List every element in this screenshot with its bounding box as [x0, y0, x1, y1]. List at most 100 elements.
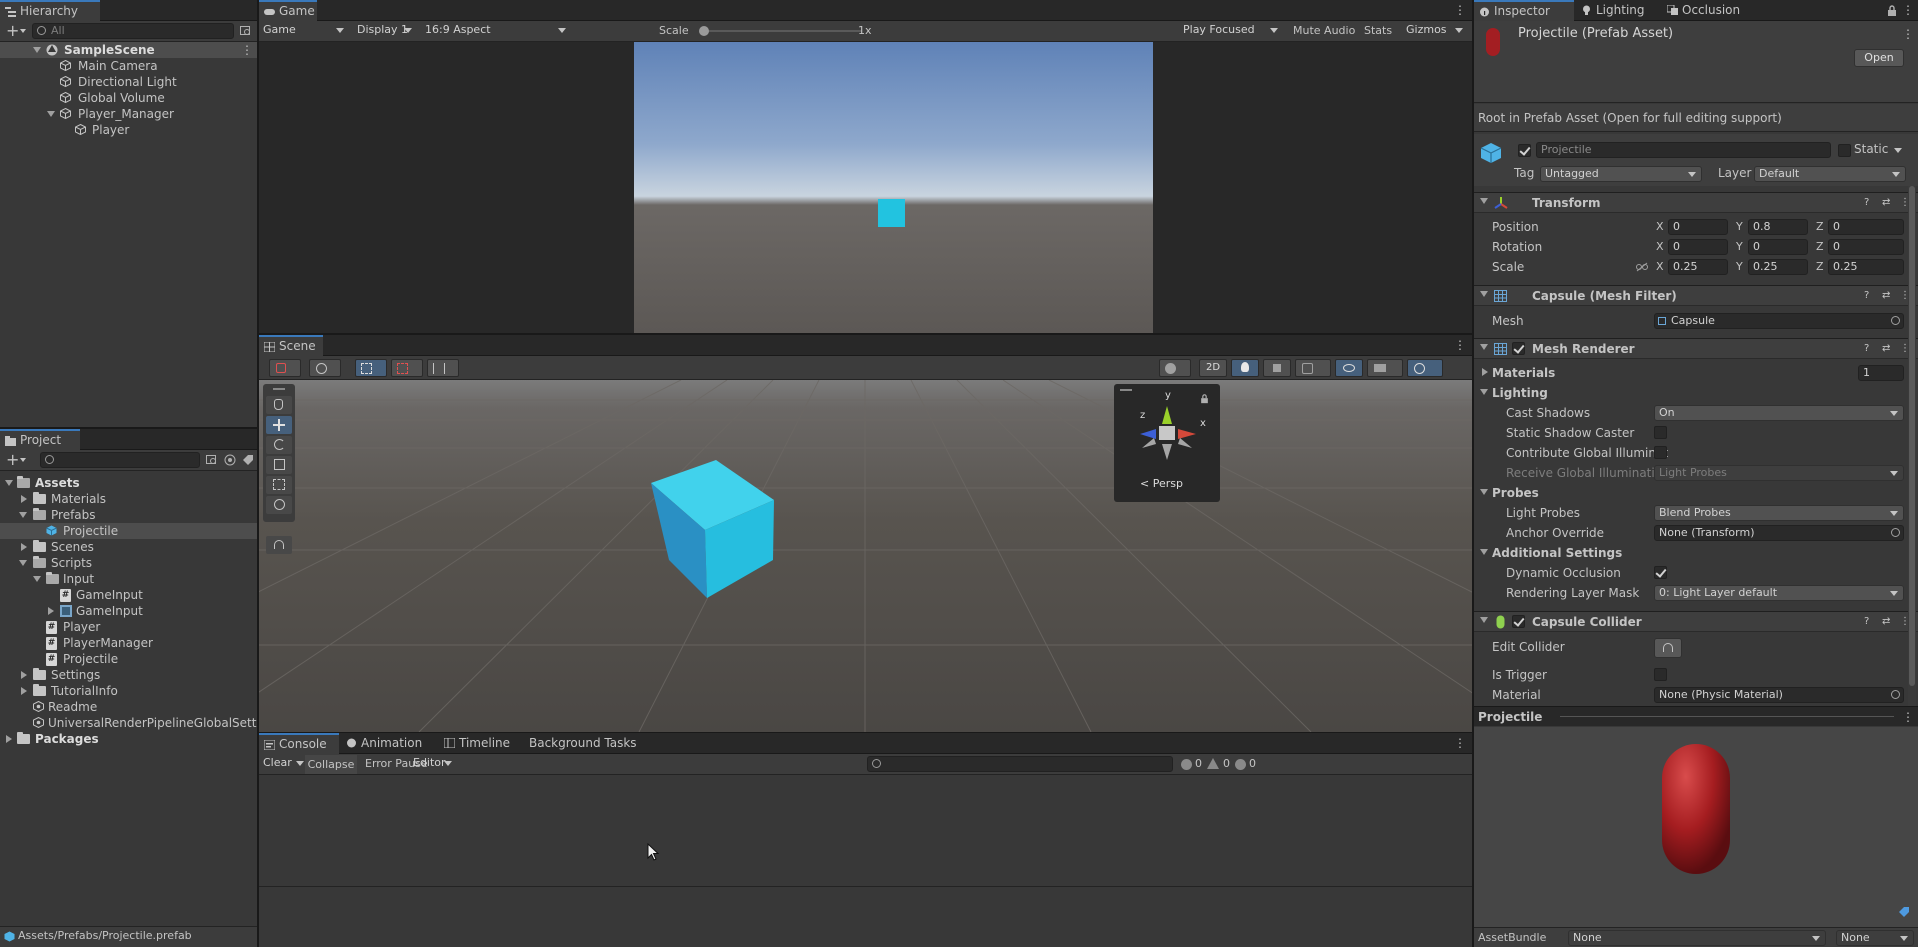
expand-arrow-icon[interactable] [1480, 617, 1488, 623]
inspector-scrollbar[interactable] [1908, 186, 1916, 706]
scene-search-icon[interactable] [240, 25, 252, 37]
collapsed-arrow-icon[interactable] [6, 735, 12, 743]
mute-audio-button[interactable]: Mute Audio [1293, 24, 1355, 37]
collapsed-arrow-icon[interactable] [1482, 368, 1488, 376]
hierarchy-item[interactable]: Player_Manager [0, 106, 257, 122]
rotation-z-field[interactable]: 0 [1828, 239, 1904, 255]
tree-item-packages[interactable]: Packages [0, 731, 257, 747]
tree-item-materials[interactable]: Materials [0, 491, 257, 507]
preset-icon[interactable]: ⇄ [1882, 343, 1890, 354]
preview-area[interactable] [1474, 727, 1918, 927]
gizmo-grip[interactable] [1120, 389, 1132, 391]
custom-tool-button[interactable] [266, 536, 292, 554]
contribute-gi-checkbox[interactable] [1654, 446, 1667, 459]
rect-tool-button[interactable] [266, 476, 292, 494]
tree-item-tutorialinfo[interactable]: TutorialInfo [0, 683, 257, 699]
tab-timeline[interactable]: Timeline [439, 733, 519, 754]
tab-scene[interactable]: Scene [259, 335, 323, 356]
hierarchy-search-input[interactable]: All [32, 23, 234, 39]
editor-target-dropdown[interactable]: Editor [409, 756, 457, 772]
expand-arrow-icon[interactable] [19, 512, 27, 518]
prefab-cube-icon[interactable] [1480, 142, 1502, 164]
tab-console[interactable]: Console [259, 733, 339, 754]
game-viewport[interactable] [634, 42, 1153, 333]
object-picker-icon[interactable] [1891, 690, 1900, 699]
scale-x-field[interactable]: 0.25 [1668, 259, 1728, 275]
tree-item-projectile-script[interactable]: # Projectile [0, 651, 257, 667]
rotation-x-field[interactable]: 0 [1668, 239, 1728, 255]
kebab-menu-icon[interactable]: ⋮ [1454, 338, 1466, 352]
anchor-override-field[interactable]: None (Transform) [1654, 525, 1904, 541]
expand-arrow-icon[interactable] [1480, 489, 1488, 495]
header-menu-icon[interactable]: ⋮ [1902, 27, 1914, 41]
assetbundle-variant-dropdown[interactable]: None [1836, 930, 1914, 946]
position-x-field[interactable]: 0 [1668, 219, 1728, 235]
position-z-field[interactable]: 0 [1828, 219, 1904, 235]
rotation-y-field[interactable]: 0 [1748, 239, 1808, 255]
tab-game[interactable]: Game [259, 0, 317, 21]
static-dropdown-arrow-icon[interactable] [1894, 148, 1902, 153]
assetbundle-dropdown[interactable]: None [1568, 930, 1826, 946]
expand-arrow-icon[interactable] [1480, 549, 1488, 555]
expand-arrow-icon[interactable] [1480, 344, 1488, 350]
tab-lighting[interactable]: Lighting [1576, 0, 1660, 21]
increment-snap-button[interactable] [391, 359, 423, 377]
asset-label-icon[interactable] [1898, 906, 1910, 918]
scene-menu-icon[interactable]: ⋮ [241, 43, 253, 57]
axis-gizmo-icon[interactable] [1134, 398, 1200, 462]
project-search-input[interactable] [40, 452, 200, 468]
tag-dropdown[interactable]: Untagged [1540, 166, 1702, 182]
move-tool-button[interactable] [266, 416, 292, 434]
scene-cube[interactable] [649, 460, 779, 600]
expand-arrow-icon[interactable] [33, 47, 41, 53]
kebab-menu-icon[interactable]: ⋮ [1454, 736, 1466, 750]
mesh-renderer-enabled-checkbox[interactable] [1512, 342, 1525, 355]
scale-z-field[interactable]: 0.25 [1828, 259, 1904, 275]
collapsed-arrow-icon[interactable] [21, 543, 27, 551]
edit-collider-button[interactable] [1654, 638, 1682, 658]
effects-button[interactable] [1295, 359, 1331, 377]
tree-item-playermanager[interactable]: # PlayerManager [0, 635, 257, 651]
mesh-object-field[interactable]: Capsule [1654, 313, 1904, 329]
help-icon[interactable]: ? [1864, 616, 1869, 627]
scale-slider-thumb[interactable] [699, 26, 709, 36]
orientation-gizmo[interactable]: y x z < Persp [1114, 384, 1220, 502]
probes-section[interactable]: Probes [1474, 484, 1918, 502]
hierarchy-item[interactable]: Global Volume [0, 90, 257, 106]
constrain-proportions-icon[interactable] [1636, 262, 1648, 272]
grid-snap-button[interactable] [355, 359, 387, 377]
expand-arrow-icon[interactable] [1480, 389, 1488, 395]
additional-settings-section[interactable]: Additional Settings [1474, 544, 1918, 562]
add-icon[interactable]: + [6, 451, 19, 469]
collapsed-arrow-icon[interactable] [48, 607, 54, 615]
expand-arrow-icon[interactable] [5, 480, 13, 486]
tree-item-settings[interactable]: Settings [0, 667, 257, 683]
help-icon[interactable]: ? [1864, 290, 1869, 301]
collapse-toggle[interactable]: Collapse [305, 755, 357, 774]
object-picker-icon[interactable] [1891, 316, 1900, 325]
tree-item-gameinput-asset[interactable]: GameInput [0, 603, 257, 619]
clear-button[interactable]: Clear [259, 756, 309, 772]
preset-icon[interactable]: ⇄ [1882, 616, 1890, 627]
position-y-field[interactable]: 0.8 [1748, 219, 1808, 235]
hierarchy-item[interactable]: Directional Light [0, 74, 257, 90]
stats-button[interactable]: Stats [1364, 24, 1392, 37]
tree-item-prefabs[interactable]: Prefabs [0, 507, 257, 523]
collapsed-arrow-icon[interactable] [21, 671, 27, 679]
add-dropdown-arrow-icon[interactable] [20, 458, 26, 462]
tree-item-gameinput[interactable]: # GameInput [0, 587, 257, 603]
materials-row[interactable]: Materials 1 [1474, 364, 1918, 382]
preset-icon[interactable]: ⇄ [1882, 197, 1890, 208]
hierarchy-item[interactable]: Player [0, 122, 257, 138]
tab-occlusion[interactable]: Occlusion [1662, 0, 1752, 21]
capsule-collider-header[interactable]: Capsule Collider ? ⇄ ⋮ [1474, 611, 1918, 632]
tree-item-scenes[interactable]: Scenes [0, 539, 257, 555]
view-options-button[interactable] [309, 359, 341, 377]
collider-enabled-checkbox[interactable] [1512, 615, 1525, 628]
expand-arrow-icon[interactable] [1480, 291, 1488, 297]
collapsed-arrow-icon[interactable] [21, 495, 27, 503]
mesh-filter-header[interactable]: Capsule (Mesh Filter) ? ⇄ ⋮ [1474, 285, 1918, 306]
tree-item-assets[interactable]: Assets [0, 475, 257, 491]
persp-label[interactable]: < Persp [1140, 477, 1183, 490]
preview-header[interactable]: Projectile ⋮ [1474, 706, 1918, 726]
